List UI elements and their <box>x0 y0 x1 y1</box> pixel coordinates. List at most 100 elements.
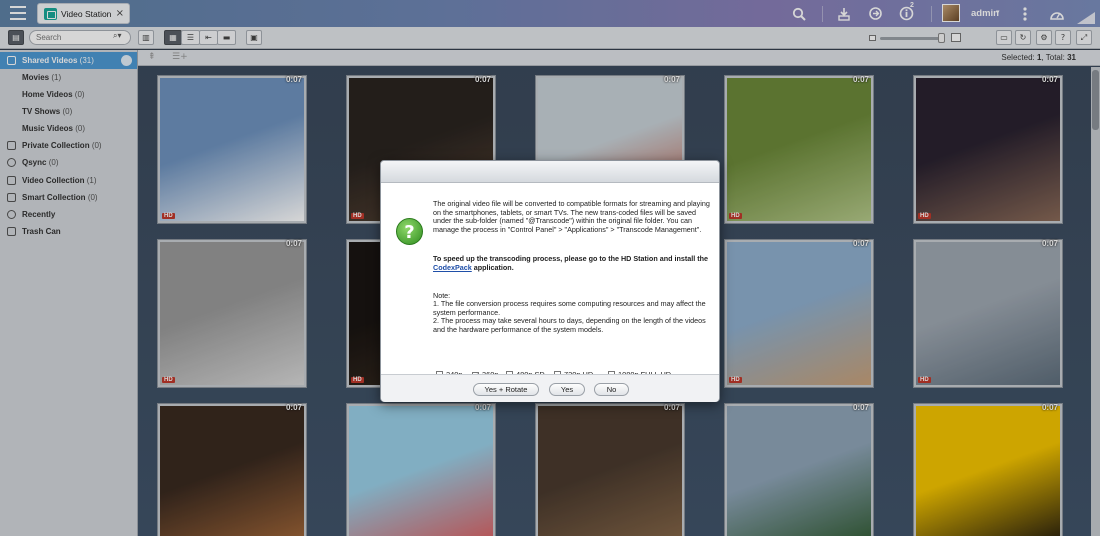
video-thumbnail[interactable]: 0:07 HD <box>913 239 1063 388</box>
video-thumbnail[interactable]: 0:07 HD <box>157 239 307 388</box>
zoom-slider-handle[interactable] <box>938 33 945 43</box>
codexpack-link[interactable]: CodexPack <box>433 263 472 272</box>
menu-icon[interactable] <box>10 6 26 20</box>
video-thumbnail[interactable]: 0:07 <box>157 403 307 536</box>
video-preview-image <box>160 406 304 536</box>
sidebar-item-smart-collection[interactable]: Smart Collection (0) <box>0 189 137 206</box>
monitor-icon[interactable]: ▭ <box>996 30 1012 45</box>
hd-badge: HD <box>918 213 931 219</box>
close-icon[interactable]: × <box>116 8 124 19</box>
video-thumbnail[interactable]: 0:07 HD <box>913 75 1063 224</box>
thumbnail-view-icon[interactable]: ▦ <box>164 30 182 45</box>
shared-badge-icon <box>121 55 132 66</box>
dialog-title-bar[interactable] <box>381 161 719 183</box>
divider <box>931 6 932 22</box>
hd-badge: HD <box>351 377 364 383</box>
video-duration: 0:07 <box>285 239 302 248</box>
help-icon[interactable]: ? <box>1055 30 1071 45</box>
save-icon[interactable]: ▣ <box>246 30 262 45</box>
video-duration: 0:07 <box>1041 403 1058 412</box>
more-vert-icon[interactable] <box>1012 0 1038 27</box>
dialog-note-2: 2. The process may take several hours to… <box>433 316 706 334</box>
sidebar-toggle-icon[interactable]: ▤ <box>8 30 24 45</box>
yes-button[interactable]: Yes <box>549 383 585 396</box>
dialog-footer: Yes + Rotate Yes No <box>381 374 719 402</box>
sidebar-item-movies[interactable]: Movies (1) <box>0 69 137 86</box>
video-station-icon <box>44 8 57 20</box>
chevron-down-icon[interactable]: ▾ <box>996 8 1000 16</box>
sidebar-item-video-collection[interactable]: Video Collection (1) <box>0 172 137 189</box>
notification-badge: 2 <box>910 2 914 9</box>
dialog-codexpack-hint: To speed up the transcoding process, ple… <box>433 254 709 272</box>
trash-icon <box>7 227 16 236</box>
search-icon[interactable] <box>786 0 812 27</box>
scrollbar[interactable] <box>1091 67 1100 536</box>
video-preview-image <box>538 406 682 536</box>
download-icon[interactable] <box>831 0 857 27</box>
sidebar-item-recently[interactable]: Recently <box>0 206 137 223</box>
dialog-note-1: 1. The file conversion process requires … <box>433 299 706 317</box>
top-bar: Video Station × 2 admin ▾ <box>0 0 1100 27</box>
video-preview-image <box>727 406 871 536</box>
resize-corner-icon[interactable] <box>1077 12 1095 24</box>
upload-icon[interactable]: ⇞ <box>148 52 156 62</box>
zoom-in-icon[interactable] <box>951 33 961 42</box>
zoom-slider[interactable] <box>880 37 942 40</box>
sidebar-item-trash-can[interactable]: Trash Can <box>0 223 137 240</box>
video-duration: 0:07 <box>474 75 491 84</box>
search-icon[interactable]: ⌕▾ <box>113 31 122 41</box>
refresh-icon[interactable]: ↻ <box>1015 30 1031 45</box>
sync-icon[interactable] <box>862 0 888 27</box>
zoom-out-icon[interactable] <box>869 35 876 41</box>
question-icon: ? <box>396 218 423 245</box>
hd-badge: HD <box>162 377 175 383</box>
video-duration: 0:07 <box>285 403 302 412</box>
sidebar-item-home-videos[interactable]: Home Videos (0) <box>0 86 137 103</box>
hd-badge: HD <box>162 213 175 219</box>
info-icon[interactable] <box>893 0 919 27</box>
scrollbar-thumb[interactable] <box>1092 70 1099 130</box>
no-button[interactable]: No <box>594 383 629 396</box>
video-preview-image <box>160 78 304 221</box>
video-duration: 0:07 <box>285 75 302 84</box>
dashboard-icon[interactable] <box>1044 0 1070 27</box>
hd-badge: HD <box>729 377 742 383</box>
video-duration: 0:07 <box>663 75 680 84</box>
user-name[interactable]: admin <box>971 8 999 19</box>
sidebar-item-music-videos[interactable]: Music Videos (0) <box>0 120 137 137</box>
video-duration: 0:07 <box>852 75 869 84</box>
timeline-view-icon[interactable]: ⇤ <box>199 30 218 45</box>
video-preview-image <box>916 78 1060 221</box>
app-tab-video-station[interactable]: Video Station × <box>37 3 130 24</box>
video-thumbnail[interactable]: 0:07 <box>913 403 1063 536</box>
video-thumbnail[interactable]: 0:07 HD <box>724 75 874 224</box>
dialog-description: The original video file will be converte… <box>433 199 710 234</box>
selection-count: Selected: 1, Total: 31 <box>1001 53 1076 62</box>
settings-icon[interactable]: ⚙ <box>1036 30 1052 45</box>
sidebar-item-qsync[interactable]: Qsync (0) <box>0 154 137 171</box>
fullscreen-icon[interactable]: ⤢ <box>1076 30 1092 45</box>
video-preview-image <box>349 406 493 536</box>
folder-view-icon[interactable]: ▬ <box>217 30 236 45</box>
yes-rotate-button[interactable]: Yes + Rotate <box>473 383 539 396</box>
video-preview-image <box>160 242 304 385</box>
avatar[interactable] <box>942 4 960 22</box>
video-thumbnail[interactable]: 0:07 HD <box>724 239 874 388</box>
video-thumbnail[interactable]: 0:07 <box>346 403 496 536</box>
sidebar-item-private-collection[interactable]: Private Collection (0) <box>0 137 137 154</box>
sidebar-item-tv-shows[interactable]: TV Shows (0) <box>0 103 137 120</box>
add-to-playlist-icon[interactable]: ☰+ <box>172 52 188 62</box>
sidebar-item-shared-videos[interactable]: Shared Videos (31) <box>0 52 137 69</box>
view-toggle-icon[interactable]: ▥ <box>138 30 154 45</box>
toolbar: ▤ Search ⌕▾ ▥ ▦ ☰ ⇤ ▬ ▣ ▭ ↻ ⚙ ? ⤢ <box>0 27 1100 49</box>
list-view-icon[interactable]: ☰ <box>181 30 200 45</box>
video-thumbnail[interactable]: 0:07 <box>724 403 874 536</box>
collection-icon <box>7 176 16 185</box>
hd-badge: HD <box>351 213 364 219</box>
app-tab-label: Video Station <box>61 9 112 19</box>
content-status-bar: ⇞ ☰+ Selected: 1, Total: 31 <box>138 50 1100 66</box>
video-thumbnail[interactable]: 0:07 HD <box>157 75 307 224</box>
dialog-body: ? The original video file will be conver… <box>381 183 719 380</box>
transcode-dialog: ? The original video file will be conver… <box>380 160 720 402</box>
video-thumbnail[interactable]: 0:07 <box>535 403 685 536</box>
